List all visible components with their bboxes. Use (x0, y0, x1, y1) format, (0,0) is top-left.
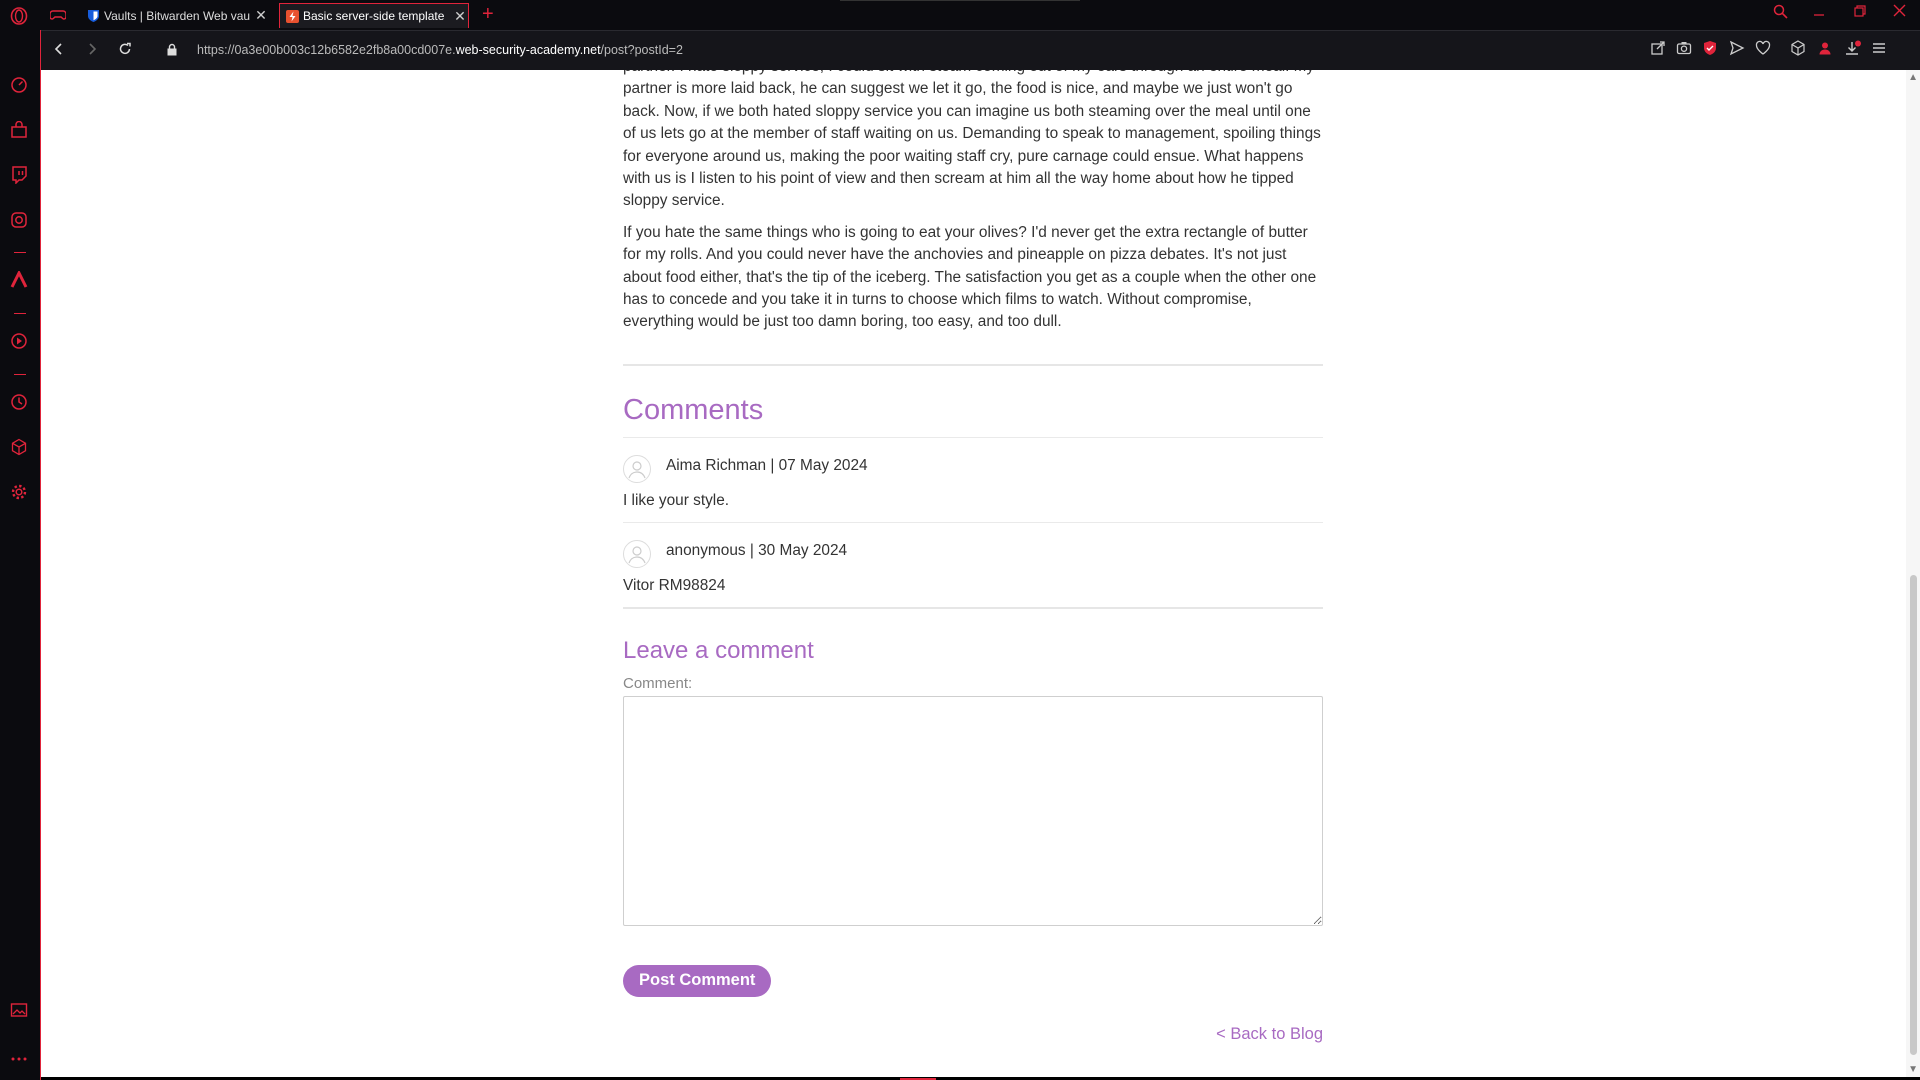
avatar-icon (623, 539, 651, 568)
tab-title: Vaults | Bitwarden Web vau (104, 8, 251, 23)
back-to-blog-link[interactable]: < Back to Blog (1216, 1025, 1323, 1044)
tab-strip-divider (840, 0, 1080, 1)
section-divider (623, 606, 1323, 609)
wallpaper-icon[interactable] (10, 1001, 30, 1021)
history-icon[interactable] (10, 393, 30, 413)
tab-title: Basic server-side template (303, 9, 445, 23)
scrollbar-thumb[interactable] (1910, 575, 1917, 1055)
back-icon[interactable] (49, 41, 69, 61)
minimize-button[interactable] (1808, 4, 1830, 21)
scroll-down-icon[interactable]: ▼ (1908, 1064, 1918, 1075)
address-toolbar: https://0a3e00b003c12b6582e2fb8a00cd007e… (41, 30, 1920, 71)
article-paragraph: partner. I hate sloppy service, I could … (623, 70, 1321, 210)
tab-active-template-injection[interactable]: Basic server-side template ✕ (279, 3, 469, 28)
sidebar-separator (14, 374, 26, 375)
comment-label: Comment: (623, 674, 693, 692)
close-tab-icon[interactable]: ✕ (253, 7, 269, 24)
close-window-button[interactable] (1888, 4, 1910, 21)
lock-icon[interactable] (162, 41, 182, 61)
comment-author-date: Aima Richman | 07 May 2024 (666, 456, 868, 474)
url-prefix: https://0a3e00b003c12b6582e2fb8a00cd007e… (197, 43, 456, 57)
comment-text: I like your style. (623, 491, 730, 509)
share-icon[interactable] (1650, 40, 1670, 60)
blog-post-content: partner. I hate sloppy service, I could … (623, 70, 1323, 997)
leave-comment-heading: Leave a comment (623, 636, 814, 664)
sidebar-separator (14, 313, 26, 314)
page-scrollbar[interactable]: ▲ ▼ (1906, 70, 1920, 1077)
opera-gx-logo[interactable] (9, 6, 29, 31)
tab-bitwarden[interactable]: Vaults | Bitwarden Web vau ✕ (81, 3, 269, 28)
comment-author-date: anonymous | 30 May 2024 (666, 541, 848, 559)
easy-setup-menu-icon[interactable] (1871, 40, 1891, 60)
url-host: web-security-academy.net (455, 43, 601, 57)
profile-icon[interactable] (1817, 40, 1837, 60)
send-icon[interactable] (1729, 40, 1749, 60)
section-divider (623, 363, 1323, 366)
sidebar-separator (14, 252, 26, 253)
comments-heading: Comments (623, 393, 764, 426)
settings-gear-icon[interactable] (10, 483, 30, 503)
new-tab-button[interactable]: + (482, 2, 494, 26)
extensions-sidebar-icon[interactable] (10, 438, 30, 458)
bitwarden-favicon-icon (87, 9, 100, 22)
article-paragraph: If you hate the same things who is going… (623, 223, 1317, 331)
scroll-up-icon[interactable]: ▲ (1908, 72, 1918, 83)
gx-store-icon[interactable] (10, 120, 30, 141)
gx-control-icon[interactable] (10, 76, 30, 96)
gamepad-icon[interactable] (49, 8, 67, 26)
comment-header: Aima Richman | 07 May 2024 (623, 452, 1323, 483)
comment-textarea[interactable] (623, 695, 1323, 926)
avatar-icon (623, 454, 651, 483)
sidebar (0, 30, 40, 1080)
reload-icon[interactable] (115, 41, 135, 61)
url-field[interactable]: https://0a3e00b003c12b6582e2fb8a00cd007e… (197, 43, 683, 57)
player-icon[interactable] (10, 332, 30, 352)
aria-ai-icon[interactable] (10, 269, 30, 291)
instagram-icon[interactable] (10, 211, 30, 231)
url-path: /post?postId=2 (600, 43, 683, 57)
tab-strip: Vaults | Bitwarden Web vau ✕ Basic serve… (0, 0, 1920, 30)
search-tabs-icon[interactable] (1769, 4, 1791, 23)
comment-text: Vitor RM98824 (623, 576, 726, 594)
lab-favicon-icon (286, 9, 299, 23)
comment-item: Aima Richman | 07 May 2024 I like your s… (623, 438, 1323, 522)
more-options-icon[interactable] (10, 1050, 30, 1070)
page-viewport: partner. I hate sloppy service, I could … (41, 70, 1920, 1077)
camera-icon[interactable] (1676, 40, 1696, 60)
forward-icon[interactable] (82, 41, 102, 61)
extensions-cube-icon[interactable] (1790, 40, 1810, 60)
adblock-shield-icon[interactable] (1702, 40, 1722, 60)
downloads-icon[interactable] (1844, 40, 1864, 60)
heart-icon[interactable] (1755, 40, 1775, 60)
close-tab-icon[interactable]: ✕ (452, 8, 468, 25)
comment-header: anonymous | 30 May 2024 (623, 537, 1323, 568)
comment-item: anonymous | 30 May 2024 Vitor RM98824 (623, 523, 1323, 607)
post-comment-button[interactable]: Post Comment (623, 964, 772, 997)
restore-button[interactable] (1849, 4, 1871, 21)
twitch-icon[interactable] (10, 166, 30, 186)
